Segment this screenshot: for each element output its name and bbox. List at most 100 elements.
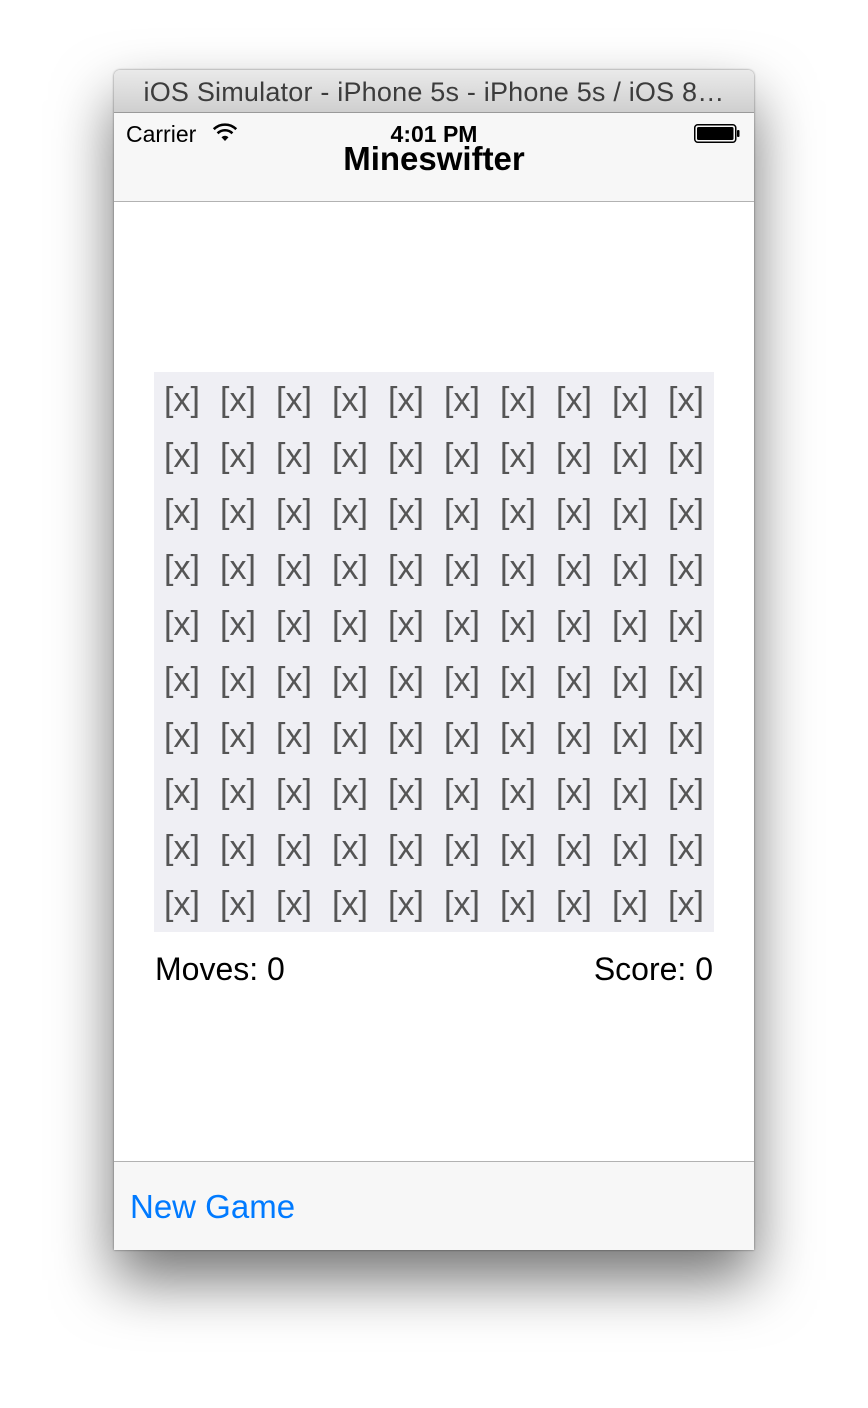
mine-cell[interactable]: [x] [154, 876, 210, 932]
mine-cell[interactable]: [x] [490, 708, 546, 764]
mine-cell[interactable]: [x] [210, 372, 266, 428]
mine-cell[interactable]: [x] [210, 540, 266, 596]
mine-cell[interactable]: [x] [154, 428, 210, 484]
mine-cell[interactable]: [x] [602, 372, 658, 428]
mine-cell[interactable]: [x] [602, 764, 658, 820]
mine-cell[interactable]: [x] [658, 428, 714, 484]
mine-cell[interactable]: [x] [602, 876, 658, 932]
mine-cell[interactable]: [x] [322, 876, 378, 932]
mine-cell[interactable]: [x] [490, 372, 546, 428]
mine-cell[interactable]: [x] [266, 708, 322, 764]
mine-cell[interactable]: [x] [490, 428, 546, 484]
mine-cell[interactable]: [x] [154, 484, 210, 540]
mine-cell[interactable]: [x] [658, 540, 714, 596]
mine-cell[interactable]: [x] [378, 652, 434, 708]
mine-cell[interactable]: [x] [546, 484, 602, 540]
mine-cell[interactable]: [x] [378, 876, 434, 932]
mine-cell[interactable]: [x] [210, 708, 266, 764]
mine-cell[interactable]: [x] [658, 652, 714, 708]
mine-cell[interactable]: [x] [210, 596, 266, 652]
mine-cell[interactable]: [x] [490, 596, 546, 652]
mine-cell[interactable]: [x] [210, 484, 266, 540]
mine-cell[interactable]: [x] [602, 596, 658, 652]
mine-cell[interactable]: [x] [546, 652, 602, 708]
mine-cell[interactable]: [x] [266, 876, 322, 932]
mine-cell[interactable]: [x] [434, 876, 490, 932]
mine-cell[interactable]: [x] [546, 428, 602, 484]
mine-cell[interactable]: [x] [434, 540, 490, 596]
mine-cell[interactable]: [x] [266, 428, 322, 484]
mine-cell[interactable]: [x] [266, 372, 322, 428]
mine-cell[interactable]: [x] [602, 484, 658, 540]
mine-cell[interactable]: [x] [210, 820, 266, 876]
mine-cell[interactable]: [x] [210, 876, 266, 932]
mine-cell[interactable]: [x] [434, 764, 490, 820]
mine-cell[interactable]: [x] [658, 484, 714, 540]
mine-cell[interactable]: [x] [322, 484, 378, 540]
mine-cell[interactable]: [x] [546, 540, 602, 596]
mine-cell[interactable]: [x] [210, 764, 266, 820]
mine-cell[interactable]: [x] [546, 708, 602, 764]
mine-cell[interactable]: [x] [434, 820, 490, 876]
mine-cell[interactable]: [x] [266, 820, 322, 876]
mine-cell[interactable]: [x] [602, 820, 658, 876]
mine-cell[interactable]: [x] [266, 652, 322, 708]
mine-cell[interactable]: [x] [378, 820, 434, 876]
mine-cell[interactable]: [x] [602, 708, 658, 764]
mine-cell[interactable]: [x] [490, 764, 546, 820]
mine-cell[interactable]: [x] [658, 596, 714, 652]
mine-cell[interactable]: [x] [546, 876, 602, 932]
mine-cell[interactable]: [x] [210, 428, 266, 484]
mine-cell[interactable]: [x] [378, 428, 434, 484]
mine-cell[interactable]: [x] [490, 876, 546, 932]
mine-cell[interactable]: [x] [434, 708, 490, 764]
mine-cell[interactable]: [x] [546, 372, 602, 428]
mine-cell[interactable]: [x] [658, 820, 714, 876]
mine-cell[interactable]: [x] [210, 652, 266, 708]
mine-cell[interactable]: [x] [602, 652, 658, 708]
mine-cell[interactable]: [x] [378, 596, 434, 652]
mine-cell[interactable]: [x] [266, 484, 322, 540]
mine-cell[interactable]: [x] [546, 820, 602, 876]
mine-cell[interactable]: [x] [266, 596, 322, 652]
mine-cell[interactable]: [x] [490, 652, 546, 708]
mine-cell[interactable]: [x] [434, 484, 490, 540]
mine-cell[interactable]: [x] [322, 820, 378, 876]
window-titlebar[interactable]: iOS Simulator - iPhone 5s - iPhone 5s / … [114, 70, 754, 113]
mine-cell[interactable]: [x] [434, 652, 490, 708]
mine-cell[interactable]: [x] [322, 372, 378, 428]
mine-cell[interactable]: [x] [154, 652, 210, 708]
mine-cell[interactable]: [x] [154, 764, 210, 820]
mine-cell[interactable]: [x] [546, 764, 602, 820]
mine-cell[interactable]: [x] [658, 876, 714, 932]
mine-cell[interactable]: [x] [378, 484, 434, 540]
mine-cell[interactable]: [x] [658, 764, 714, 820]
mine-cell[interactable]: [x] [602, 428, 658, 484]
mine-cell[interactable]: [x] [378, 540, 434, 596]
mine-cell[interactable]: [x] [322, 540, 378, 596]
mine-cell[interactable]: [x] [154, 708, 210, 764]
mine-cell[interactable]: [x] [378, 708, 434, 764]
mine-cell[interactable]: [x] [602, 540, 658, 596]
mine-cell[interactable]: [x] [434, 596, 490, 652]
mine-cell[interactable]: [x] [490, 820, 546, 876]
mine-cell[interactable]: [x] [322, 764, 378, 820]
mine-cell[interactable]: [x] [490, 484, 546, 540]
mine-cell[interactable]: [x] [378, 372, 434, 428]
mine-cell[interactable]: [x] [322, 708, 378, 764]
mine-cell[interactable]: [x] [322, 428, 378, 484]
mine-cell[interactable]: [x] [154, 596, 210, 652]
mine-cell[interactable]: [x] [154, 372, 210, 428]
new-game-button[interactable]: New Game [130, 1188, 295, 1226]
mine-cell[interactable]: [x] [434, 428, 490, 484]
mine-cell[interactable]: [x] [154, 820, 210, 876]
mine-cell[interactable]: [x] [546, 596, 602, 652]
mine-cell[interactable]: [x] [658, 372, 714, 428]
mine-cell[interactable]: [x] [658, 708, 714, 764]
mine-cell[interactable]: [x] [154, 540, 210, 596]
mine-cell[interactable]: [x] [378, 764, 434, 820]
mine-cell[interactable]: [x] [266, 764, 322, 820]
mine-cell[interactable]: [x] [322, 652, 378, 708]
mine-cell[interactable]: [x] [322, 596, 378, 652]
mine-cell[interactable]: [x] [490, 540, 546, 596]
